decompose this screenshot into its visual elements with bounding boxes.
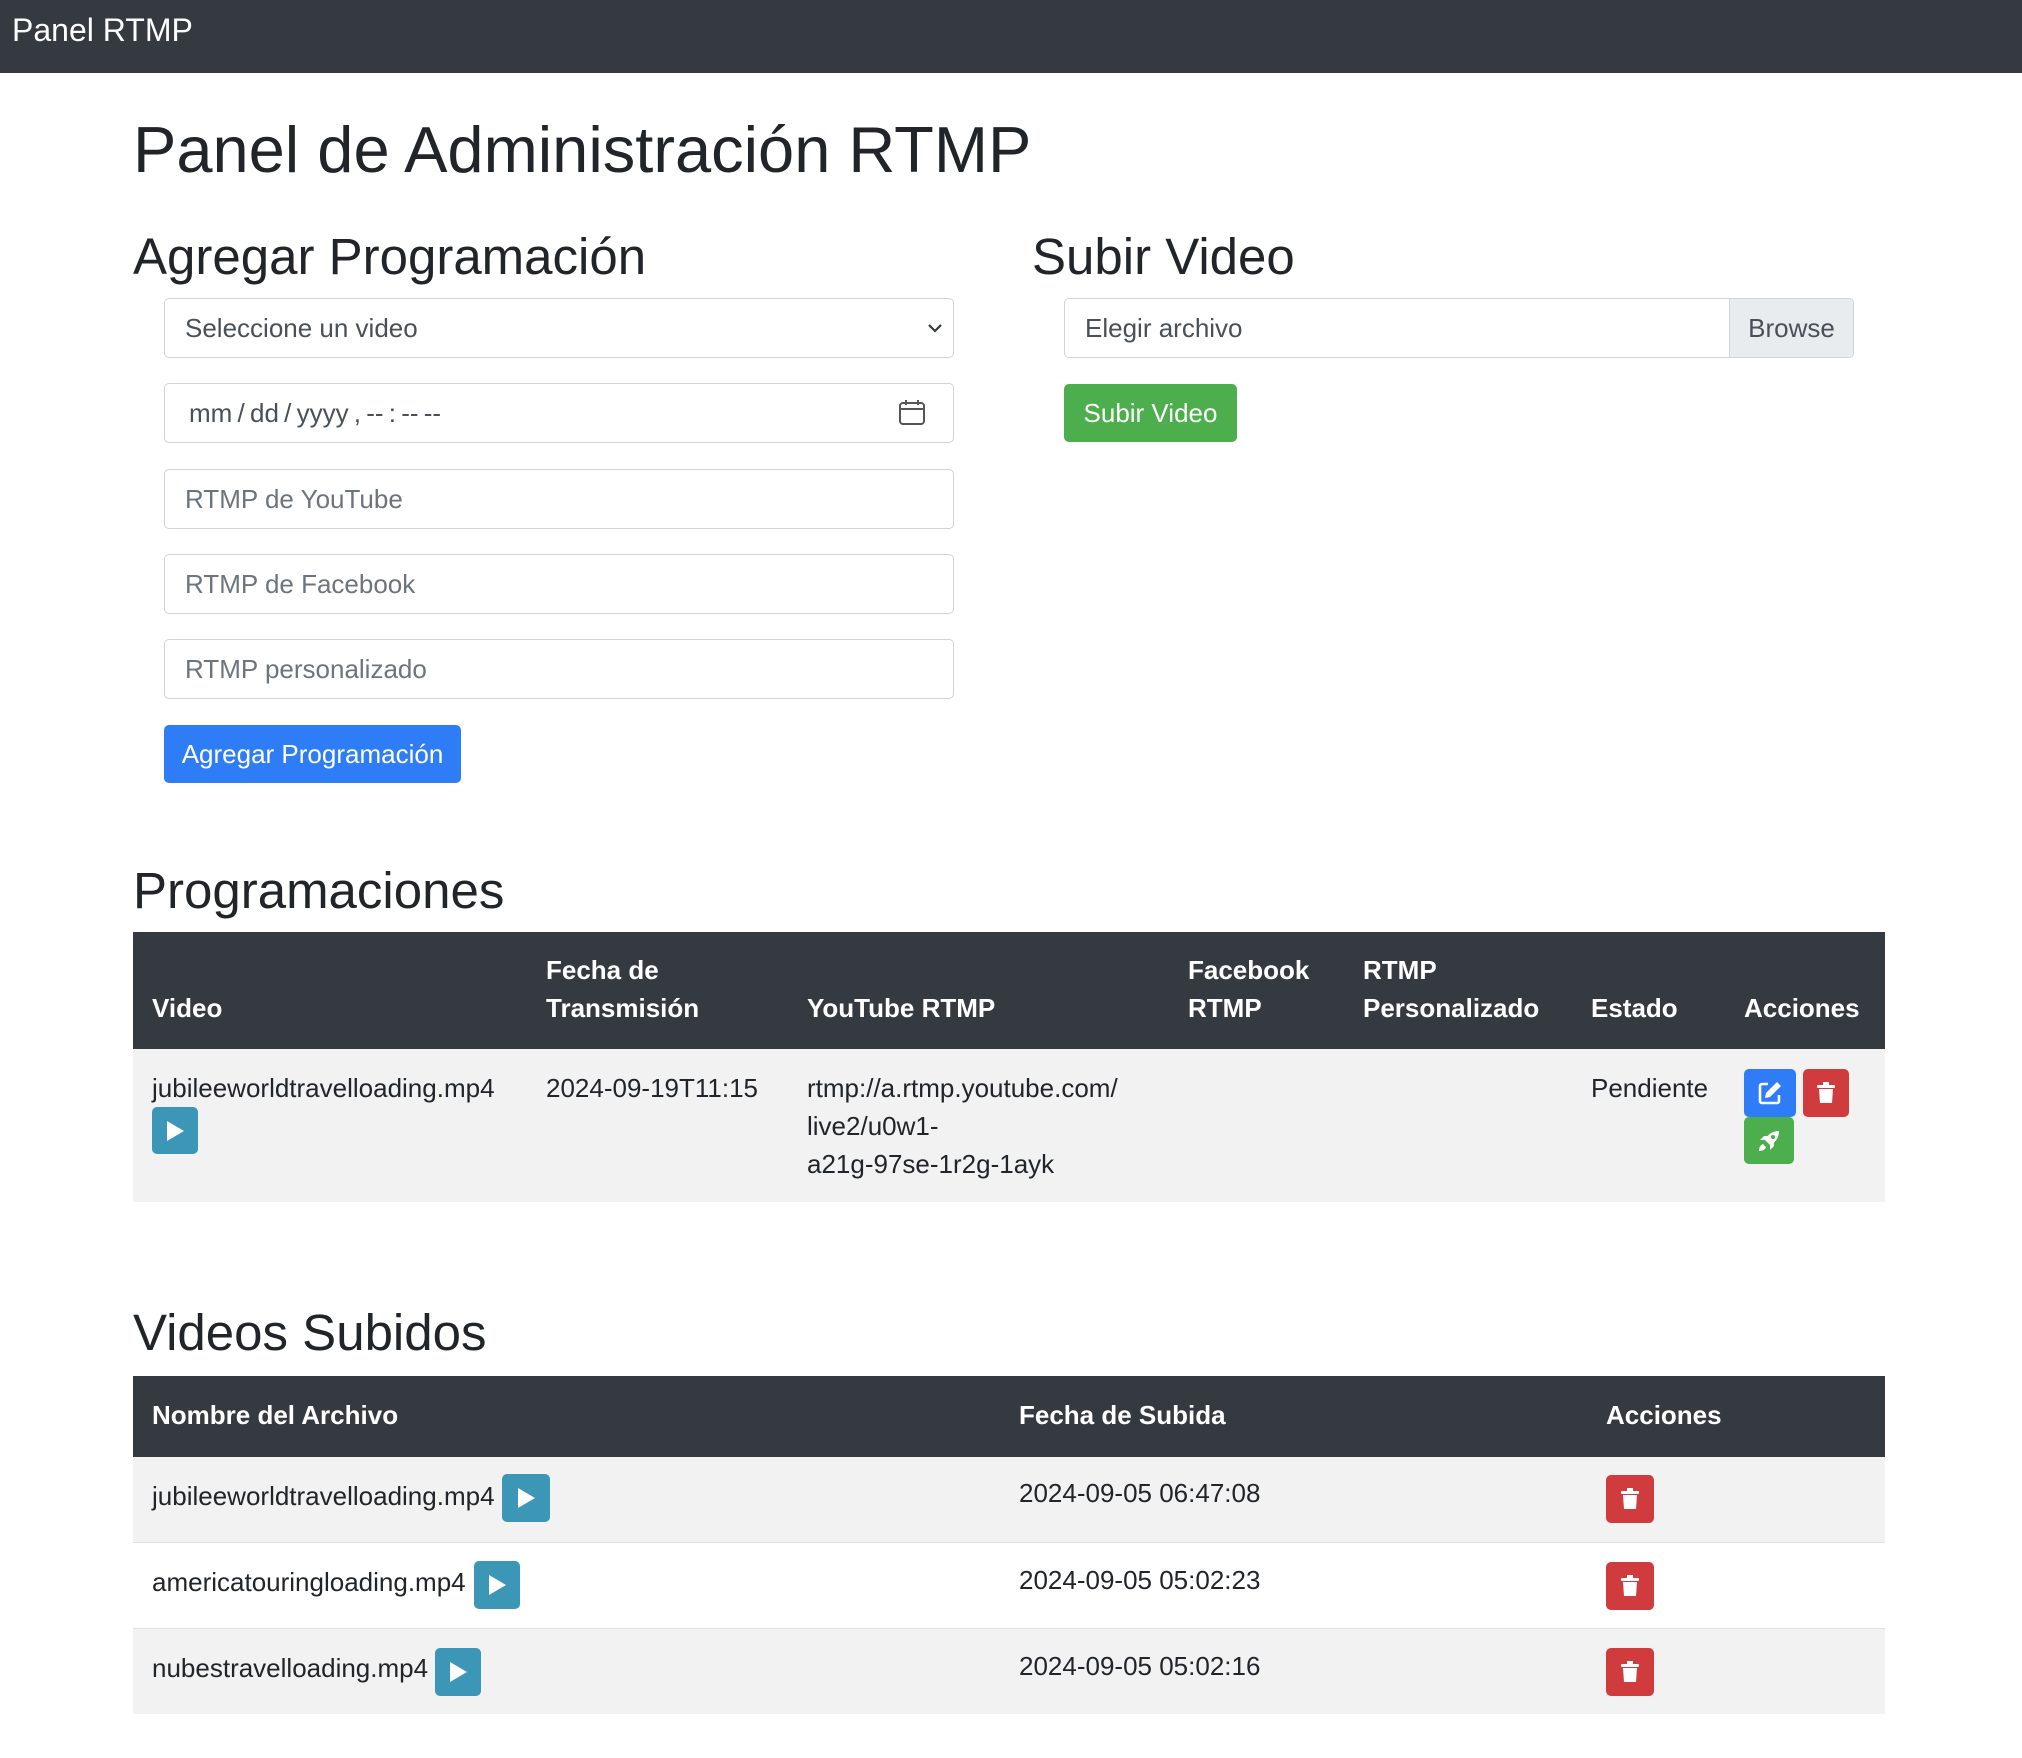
col-filename: Nombre del Archivo [152,1400,399,1430]
delete-video-button[interactable] [1606,1562,1654,1610]
col-facebook-line2: RTMP [1188,993,1262,1023]
facebook-rtmp-placeholder: RTMP de Facebook [185,569,416,599]
table-row: jubileeworldtravelloading.mp4 2024-09-19… [133,1049,1885,1202]
youtube-rtmp-input[interactable]: RTMP de YouTube [164,469,954,529]
video-upload-date: 2024-09-05 06:47:08 [1019,1478,1261,1508]
video-select[interactable]: Seleccione un video [164,298,954,358]
datetime-input[interactable]: mm / dd / yyyy , -- : -- -- [164,383,954,443]
trash-icon [1621,1575,1639,1596]
browse-button[interactable]: Browse [1729,299,1853,357]
videos-table-header: Nombre del Archivo Fecha de Subida Accio… [133,1376,1885,1454]
col-facebook-line1: Facebook [1188,955,1310,985]
table-row: nubestravelloading.mp4 2024-09-05 05:02:… [133,1629,1885,1714]
navbar: Panel RTMP [0,0,2022,73]
table-row: jubileeworldtravelloading.mp4 2024-09-05… [133,1457,1885,1542]
page-title: Panel de Administración RTMP [133,113,1032,186]
navbar-brand[interactable]: Panel RTMP [12,12,193,48]
schedule-video-name: jubileeworldtravelloading.mp4 [152,1073,495,1103]
custom-rtmp-input[interactable]: RTMP personalizado [164,639,954,699]
video-upload-date: 2024-09-05 05:02:23 [1019,1565,1261,1595]
col-date-line2: Transmisión [546,993,700,1023]
video-filename: nubestravelloading.mp4 [152,1653,429,1683]
play-icon [518,1488,535,1508]
play-icon [167,1120,184,1141]
play-icon [450,1662,467,1682]
file-input-label: Elegir archivo [1085,313,1243,343]
col-custom-line1: RTMP [1363,955,1437,985]
col-custom-line2: Personalizado [1363,993,1540,1023]
chevron-down-icon [928,324,942,333]
upload-form-heading: Subir Video [1032,228,1295,285]
status-text: Pendiente [1591,1073,1709,1103]
datetime-placeholder: mm / dd / yyyy , -- : -- -- [189,398,442,428]
upload-video-button[interactable]: Subir Video [1064,384,1237,442]
calendar-icon[interactable] [897,398,927,428]
col-upload-date: Fecha de Subida [1019,1400,1226,1430]
youtube-rtmp-placeholder: RTMP de YouTube [185,484,403,514]
facebook-rtmp-input[interactable]: RTMP de Facebook [164,554,954,614]
edit-button[interactable] [1744,1069,1796,1117]
col-video-actions: Acciones [1606,1400,1722,1430]
play-button[interactable] [502,1474,550,1522]
schedule-youtube-line2: live2/u0w1- [807,1111,939,1141]
video-upload-date: 2024-09-05 05:02:16 [1019,1651,1261,1681]
edit-icon [1758,1082,1781,1105]
video-filename: jubileeworldtravelloading.mp4 [152,1481,495,1511]
videos-heading: Videos Subidos [133,1304,487,1361]
col-youtube: YouTube RTMP [807,993,996,1023]
launch-button[interactable] [1744,1117,1794,1164]
col-date-line1: Fecha de [546,955,659,985]
delete-button[interactable] [1803,1069,1849,1117]
play-button[interactable] [435,1648,481,1696]
schedules-table-header: Video Fecha de Transmisión YouTube RTMP … [133,932,1885,1049]
trash-icon [1621,1488,1639,1509]
col-status: Estado [1591,993,1678,1023]
delete-video-button[interactable] [1606,1648,1654,1696]
schedules-heading: Programaciones [133,862,505,919]
col-actions: Acciones [1744,993,1860,1023]
rocket-icon [1759,1130,1779,1151]
schedule-form-heading: Agregar Programación [133,228,647,285]
video-select-value: Seleccione un video [185,313,418,343]
table-row: americatouringloading.mp4 2024-09-05 05:… [133,1543,1885,1628]
trash-icon [1817,1082,1835,1103]
play-button[interactable] [152,1107,198,1154]
schedule-youtube-line3: a21g-97se-1r2g-1ayk [807,1149,1055,1179]
add-schedule-button[interactable]: Agregar Programación [164,725,461,783]
file-input[interactable]: Elegir archivo Browse [1064,298,1854,358]
video-filename: americatouringloading.mp4 [152,1567,466,1597]
schedule-youtube-line1: rtmp://a.rtmp.youtube.com/ [807,1073,1118,1103]
delete-video-button[interactable] [1606,1475,1654,1523]
schedule-date: 2024-09-19T11:15 [546,1073,759,1103]
trash-icon [1621,1661,1639,1682]
custom-rtmp-placeholder: RTMP personalizado [185,654,427,684]
play-button[interactable] [474,1561,520,1609]
play-icon [489,1575,506,1595]
col-video: Video [152,993,223,1023]
